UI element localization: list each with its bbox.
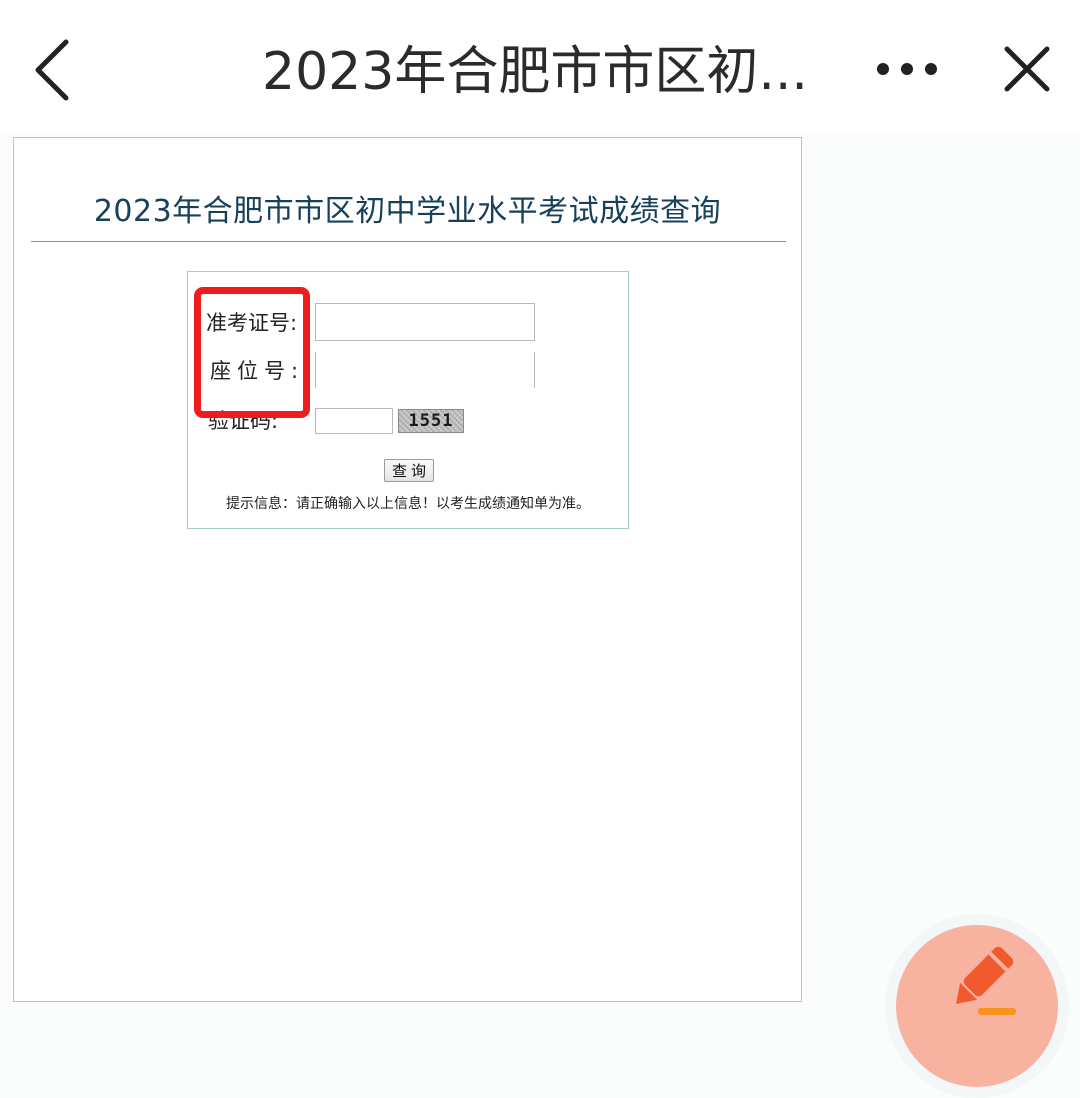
close-icon[interactable] xyxy=(1002,44,1052,94)
more-horizontal-icon[interactable] xyxy=(872,56,942,82)
pencil-edit-icon xyxy=(955,946,1016,1015)
score-query-form: 准考证号: 座位号: 验证码: 1551 查询 提示信息：请正确输入以上信息！以… xyxy=(187,271,629,529)
seat-number-input[interactable] xyxy=(315,352,535,388)
ticket-number-input[interactable] xyxy=(315,303,535,341)
captcha-label: 验证码: xyxy=(208,409,279,433)
title-divider xyxy=(31,241,786,242)
top-navigation-bar: 2023年合肥市市区初... xyxy=(0,0,1080,130)
page-title: 2023年合肥市市区初... xyxy=(262,42,808,102)
seat-number-label: 座位号: xyxy=(210,359,305,383)
site-title: 2023年合肥市市区初中学业水平考试成绩查询 xyxy=(93,194,722,229)
hint-text: 提示信息：请正确输入以上信息！以考生成绩通知单为准。 xyxy=(226,496,590,512)
captcha-input[interactable] xyxy=(315,408,393,434)
query-button[interactable]: 查询 xyxy=(384,459,434,482)
ticket-number-label: 准考证号: xyxy=(206,311,298,335)
captcha-image[interactable]: 1551 xyxy=(398,409,464,433)
web-content-frame: 2023年合肥市市区初中学业水平考试成绩查询 准考证号: 座位号: 验证码: 1… xyxy=(13,137,802,1002)
chevron-left-icon[interactable] xyxy=(30,38,78,102)
